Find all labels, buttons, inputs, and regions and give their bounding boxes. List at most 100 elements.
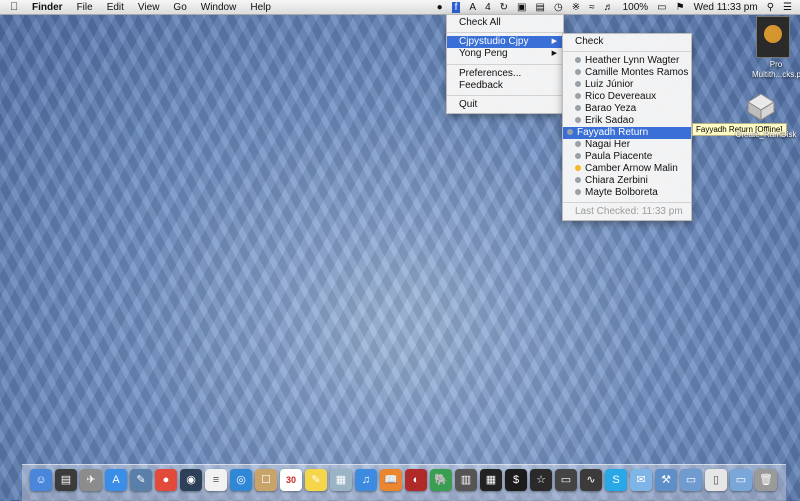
- ibooks-icon[interactable]: 📖: [380, 469, 402, 491]
- contact-item[interactable]: Heather Lynn Wagter: [575, 55, 679, 67]
- cpu-status-icon[interactable]: ▤: [536, 2, 545, 13]
- folder-icon[interactable]: ▭: [680, 469, 702, 491]
- menu-item-account-yong-peng[interactable]: Yong Peng ▶: [459, 48, 563, 60]
- contact-item[interactable]: Nagai Her: [575, 139, 630, 151]
- console-icon[interactable]: ▭: [555, 469, 577, 491]
- contact-item[interactable]: Barao Yeza: [575, 103, 636, 115]
- apple-menu-icon[interactable]: : [10, 1, 26, 13]
- menu-view[interactable]: View: [138, 2, 160, 13]
- menu-item-account-cjpystudio[interactable]: Cjpystudio Cjpy ▶: [447, 36, 563, 48]
- safari-icon[interactable]: ◎: [230, 469, 252, 491]
- menu-item-check-all[interactable]: Check All: [459, 17, 501, 29]
- clock[interactable]: Wed 11:33 pm: [694, 2, 758, 13]
- menu-item-quit[interactable]: Quit: [459, 99, 477, 111]
- contact-item[interactable]: Paula Piacente: [575, 151, 652, 163]
- menu-separator: [563, 202, 691, 203]
- offline-status-dot-icon: [575, 81, 581, 87]
- terminal-icon[interactable]: $: [505, 469, 527, 491]
- offline-status-dot-icon: [575, 189, 581, 195]
- facebook-status-icon[interactable]: f: [451, 1, 461, 13]
- volume-icon[interactable]: ♬: [604, 2, 614, 13]
- menu-separator: [447, 64, 563, 65]
- istat-icon[interactable]: ☆: [530, 469, 552, 491]
- contact-item[interactable]: Mayte Bolboreta: [575, 187, 658, 199]
- battery-icon[interactable]: ▭: [657, 2, 666, 13]
- photo-booth-icon[interactable]: ◐: [405, 469, 427, 491]
- camera-icon[interactable]: ◉: [180, 469, 202, 491]
- evernote-status-icon[interactable]: ●: [437, 2, 443, 13]
- menu-window[interactable]: Window: [201, 2, 237, 13]
- idle-status-dot-icon: [575, 165, 581, 171]
- menu-file[interactable]: File: [77, 2, 93, 13]
- skype-icon[interactable]: S: [605, 469, 627, 491]
- activity-monitor-icon[interactable]: ∿: [580, 469, 602, 491]
- documents-icon[interactable]: ▯: [705, 469, 727, 491]
- menu-bar:  Finder File Edit View Go Window Help ●…: [0, 0, 800, 15]
- chrome-icon[interactable]: ●: [155, 469, 177, 491]
- menu-separator: [447, 32, 563, 33]
- spotlight-icon[interactable]: ⚲: [767, 2, 774, 13]
- menu-help[interactable]: Help: [250, 2, 271, 13]
- calendar-icon[interactable]: 30: [280, 469, 302, 491]
- time-machine-icon[interactable]: ◷: [554, 2, 563, 13]
- ramdisk-label[interactable]: Create_RamDisk: [732, 130, 800, 139]
- wifi-icon[interactable]: ≈: [589, 2, 595, 13]
- varnish-icon[interactable]: ▦: [480, 469, 502, 491]
- contact-item[interactable]: Rico Devereaux: [575, 91, 656, 103]
- offline-status-dot-icon: [575, 177, 581, 183]
- menu-item-label: Cjpystudio Cjpy: [459, 36, 529, 47]
- offline-status-dot-icon: [575, 57, 581, 63]
- menu-separator: [447, 95, 563, 96]
- menu-go[interactable]: Go: [173, 2, 186, 13]
- menu-item-check[interactable]: Check: [575, 36, 603, 48]
- app-store-icon[interactable]: A: [105, 469, 127, 491]
- server-icon[interactable]: ▥: [455, 469, 477, 491]
- menu-separator: [563, 51, 691, 52]
- downloads-icon[interactable]: ▭: [730, 469, 752, 491]
- offline-status-dot-icon: [567, 129, 573, 135]
- contact-item[interactable]: Camber Arnow Malin: [575, 163, 678, 175]
- contact-item[interactable]: Camille Montes Ramos: [575, 67, 688, 79]
- xcode-icon[interactable]: ⚒: [655, 469, 677, 491]
- stickies-icon[interactable]: ✎: [305, 469, 327, 491]
- battery-percent[interactable]: 100%: [623, 2, 649, 13]
- dashboard-icon[interactable]: ▤: [55, 469, 77, 491]
- bluetooth-icon[interactable]: ※: [572, 2, 580, 13]
- contact-item[interactable]: Luiz Júnior: [575, 79, 633, 91]
- menu-edit[interactable]: Edit: [107, 2, 124, 13]
- menu-finder[interactable]: Finder: [32, 2, 63, 13]
- submenu-arrow-icon: ▶: [551, 50, 557, 57]
- messages-icon[interactable]: ✉: [630, 469, 652, 491]
- contact-item-highlighted[interactable]: Fayyadh Return: [563, 127, 691, 139]
- trash-icon[interactable]: 🗑: [755, 469, 777, 491]
- preview-icon[interactable]: ✎: [130, 469, 152, 491]
- status-menu-dropdown: Check All Cjpystudio Cjpy ▶ Yong Peng ▶ …: [446, 14, 564, 114]
- pdf-file-icon[interactable]: [756, 16, 790, 58]
- offline-status-dot-icon: [575, 69, 581, 75]
- submenu-arrow-icon: ▶: [551, 38, 557, 45]
- pdf-file-label[interactable]: Pro Multith...cks.pdf: [752, 60, 800, 80]
- offline-status-dot-icon: [575, 153, 581, 159]
- evernote-icon[interactable]: 🐘: [430, 469, 452, 491]
- launchpad-icon[interactable]: ✈: [80, 469, 102, 491]
- notification-center-icon[interactable]: ☰: [783, 2, 792, 13]
- image-capture-icon[interactable]: ▦: [330, 469, 352, 491]
- itunes-icon[interactable]: ♫: [355, 469, 377, 491]
- contact-item[interactable]: Erik Sadao: [575, 115, 634, 127]
- contact-item[interactable]: Chiara Zerbini: [575, 175, 648, 187]
- finder-icon[interactable]: ☺: [30, 469, 52, 491]
- contacts-submenu: Check Heather Lynn Wagter Camille Montes…: [562, 33, 692, 221]
- contacts-icon[interactable]: ☐: [255, 469, 277, 491]
- offline-status-dot-icon: [575, 117, 581, 123]
- camera-status-icon[interactable]: ▣: [517, 2, 526, 13]
- offline-status-dot-icon: [575, 105, 581, 111]
- book-cover-icon: [764, 25, 782, 43]
- flag-icon[interactable]: ⚑: [676, 2, 685, 13]
- menu-item-preferences[interactable]: Preferences...: [459, 68, 521, 80]
- menu-item-feedback[interactable]: Feedback: [459, 80, 503, 92]
- offline-status-dot-icon: [575, 93, 581, 99]
- adobe-status-icon[interactable]: A: [469, 2, 476, 13]
- sync-status-icon[interactable]: ↻: [500, 2, 508, 13]
- textedit-icon[interactable]: ≡: [205, 469, 227, 491]
- ramdisk-installer-icon[interactable]: [746, 92, 776, 122]
